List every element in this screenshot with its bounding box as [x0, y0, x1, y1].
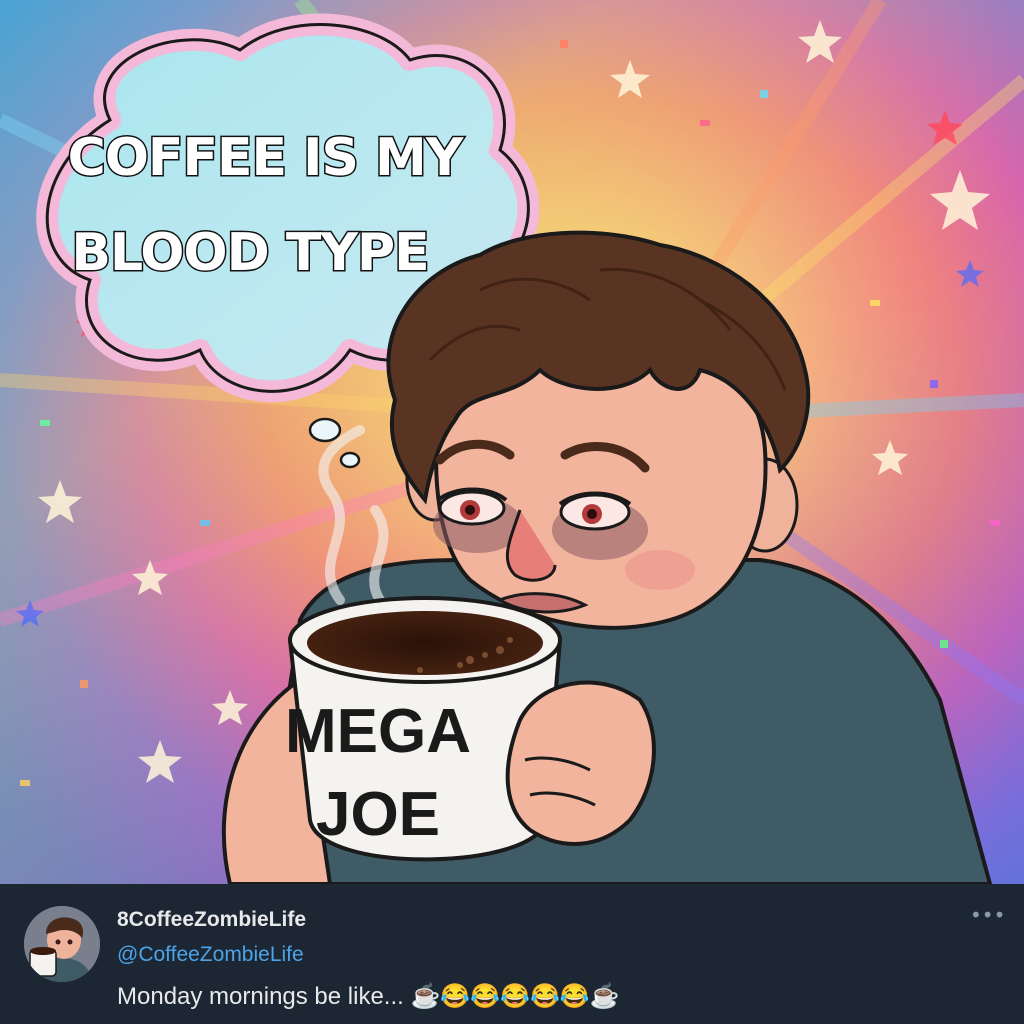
ellipsis-icon[interactable]: •••: [970, 905, 1005, 928]
user-handle[interactable]: @CoffeeZombieLife: [117, 943, 304, 967]
avatar[interactable]: [24, 906, 100, 982]
mug-text-line2: JOE: [316, 780, 440, 849]
meme-illustration: COFFEE IS MY BLOOD TYPE MEGA JOE: [0, 0, 1024, 884]
bubble-text-line1: COFFEE IS MY: [68, 128, 465, 188]
bubble-text-line2: BLOOD TYPE: [71, 223, 428, 283]
display-name[interactable]: 8CoffeeZombieLife: [117, 908, 306, 932]
meme-post: COFFEE IS MY BLOOD TYPE MEGA JOE 8Coffee…: [0, 0, 1024, 1024]
hand: [505, 680, 656, 846]
mug-text-line1: MEGA: [285, 697, 471, 766]
post-text: Monday mornings be like... ☕😂😂😂😂😂☕: [117, 983, 620, 1010]
